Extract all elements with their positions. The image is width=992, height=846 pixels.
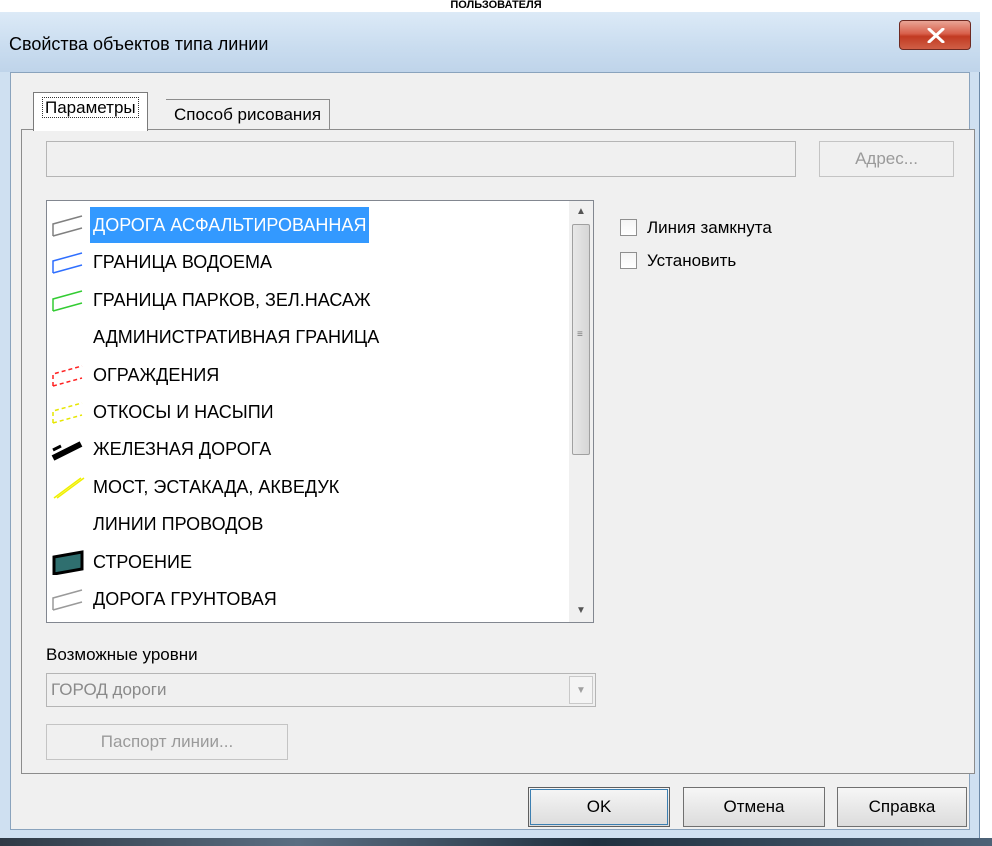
- list-item-label: ДОРОГА ГРУНТОВАЯ: [93, 589, 277, 609]
- water-boundary-icon: [52, 252, 83, 275]
- levels-value: ГОРОД дороги: [51, 680, 167, 699]
- levels-label: Возможные уровни: [46, 645, 198, 664]
- list-item[interactable]: ОТКОСЫ И НАСЫПИ: [48, 394, 569, 430]
- list-item-label: АДМИНИСТРАТИВНАЯ ГРАНИЦА: [93, 327, 380, 348]
- tab-drawing-method-label: Способ рисования: [174, 105, 322, 124]
- list-item[interactable]: ЖЕЛЕЗНАЯ ДОРОГА: [48, 431, 569, 467]
- list-item[interactable]: ЛИНИИ ПРОВОДОВ: [48, 506, 569, 542]
- set-label: Установить: [647, 251, 737, 270]
- fence-icon: [52, 364, 83, 387]
- list-item[interactable]: ГРАНИЦА ПАРКОВ, ЗЕЛ.НАСАЖ: [48, 282, 569, 318]
- asphalt-road-icon: [52, 215, 83, 237]
- top-caption: ПОЛЬЗОВАТЕЛЯ: [450, 0, 542, 10]
- scroll-grip-icon: ≡: [577, 329, 583, 340]
- title-bar[interactable]: Свойства объектов типа линии: [0, 12, 980, 72]
- close-button[interactable]: [899, 20, 971, 50]
- list-item-label: ЖЕЛЕЗНАЯ ДОРОГА: [93, 439, 272, 460]
- list-item-label: МОСТ, ЭСТАКАДА, АКВЕДУК: [93, 476, 340, 497]
- list-item[interactable]: ДОРОГА АСФАЛЬТИРОВАННАЯ: [48, 206, 569, 244]
- tab-drawing-method[interactable]: Способ рисования: [166, 99, 331, 130]
- list-item[interactable]: ГРАНИЦА ВОДОЕМА: [48, 244, 569, 280]
- scroll-thumb[interactable]: ≡: [572, 224, 590, 455]
- address-field[interactable]: [46, 141, 796, 177]
- bridge-icon: [53, 477, 85, 499]
- scroll-down-icon[interactable]: ▼: [569, 600, 593, 622]
- tab-parameters-label: Параметры: [42, 97, 139, 118]
- list-item[interactable]: АДМИНИСТРАТИВНАЯ ГРАНИЦА: [48, 319, 569, 355]
- list-item-label: СТРОЕНИЕ: [93, 551, 192, 572]
- address-button[interactable]: Адрес...: [819, 141, 954, 177]
- ok-button[interactable]: OK: [528, 787, 670, 827]
- list-item-label: ОГРАЖДЕНИЯ: [93, 364, 220, 385]
- levels-combobox[interactable]: ГОРОД дороги ▼: [46, 673, 596, 707]
- window-title: Свойства объектов типа линии: [9, 34, 269, 54]
- line-properties-dialog: Свойства объектов типа линии Параметры С…: [0, 12, 980, 838]
- closed-line-label: Линия замкнута: [647, 218, 772, 237]
- cancel-button[interactable]: Отмена: [683, 787, 825, 827]
- line-type-list[interactable]: ДОРОГА АСФАЛЬТИРОВАННАЯ ГРАНИЦА ВОДОЕМА ГР…: [46, 200, 594, 623]
- wires-icon: [51, 511, 85, 537]
- line-passport-button[interactable]: Паспорт линии...: [46, 724, 288, 760]
- chevron-down-icon[interactable]: ▼: [569, 676, 593, 704]
- taskbar-strip: [0, 838, 992, 846]
- list-item-label: ГРАНИЦА ПАРКОВ, ЗЕЛ.НАСАЖ: [93, 289, 371, 310]
- list-item[interactable]: СТРОЕНИЕ: [48, 544, 569, 580]
- slope-icon: [52, 402, 83, 424]
- railway-icon: [51, 441, 83, 462]
- close-icon: [927, 28, 945, 43]
- list-scrollbar[interactable]: ▲ ≡ ▼: [569, 201, 593, 622]
- tab-parameters[interactable]: Параметры: [33, 92, 148, 131]
- closed-line-checkbox[interactable]: [620, 219, 637, 236]
- set-checkbox[interactable]: [620, 252, 637, 269]
- scroll-up-icon[interactable]: ▲: [569, 201, 593, 223]
- list-item-label: ГРАНИЦА ВОДОЕМА: [93, 252, 273, 273]
- list-item[interactable]: МОСТ, ЭСТАКАДА, АКВЕДУК: [48, 469, 569, 505]
- dirt-road-icon: [52, 589, 83, 611]
- list-item[interactable]: ДОРОГА ГРУНТОВАЯ: [48, 581, 569, 617]
- dialog-client-area: Параметры Способ рисования Адрес... ДОРО…: [10, 72, 975, 830]
- list-item-label: ОТКОСЫ И НАСЫПИ: [93, 402, 274, 422]
- list-item-label: ЛИНИИ ПРОВОДОВ: [93, 514, 264, 535]
- building-icon: [52, 549, 84, 575]
- admin-boundary-icon: [51, 324, 85, 350]
- park-boundary-icon: [52, 290, 83, 312]
- help-button[interactable]: Справка: [837, 787, 967, 827]
- list-item[interactable]: ОГРАЖДЕНИЯ: [48, 357, 569, 393]
- list-item-label: ДОРОГА АСФАЛЬТИРОВАННАЯ: [88, 206, 371, 244]
